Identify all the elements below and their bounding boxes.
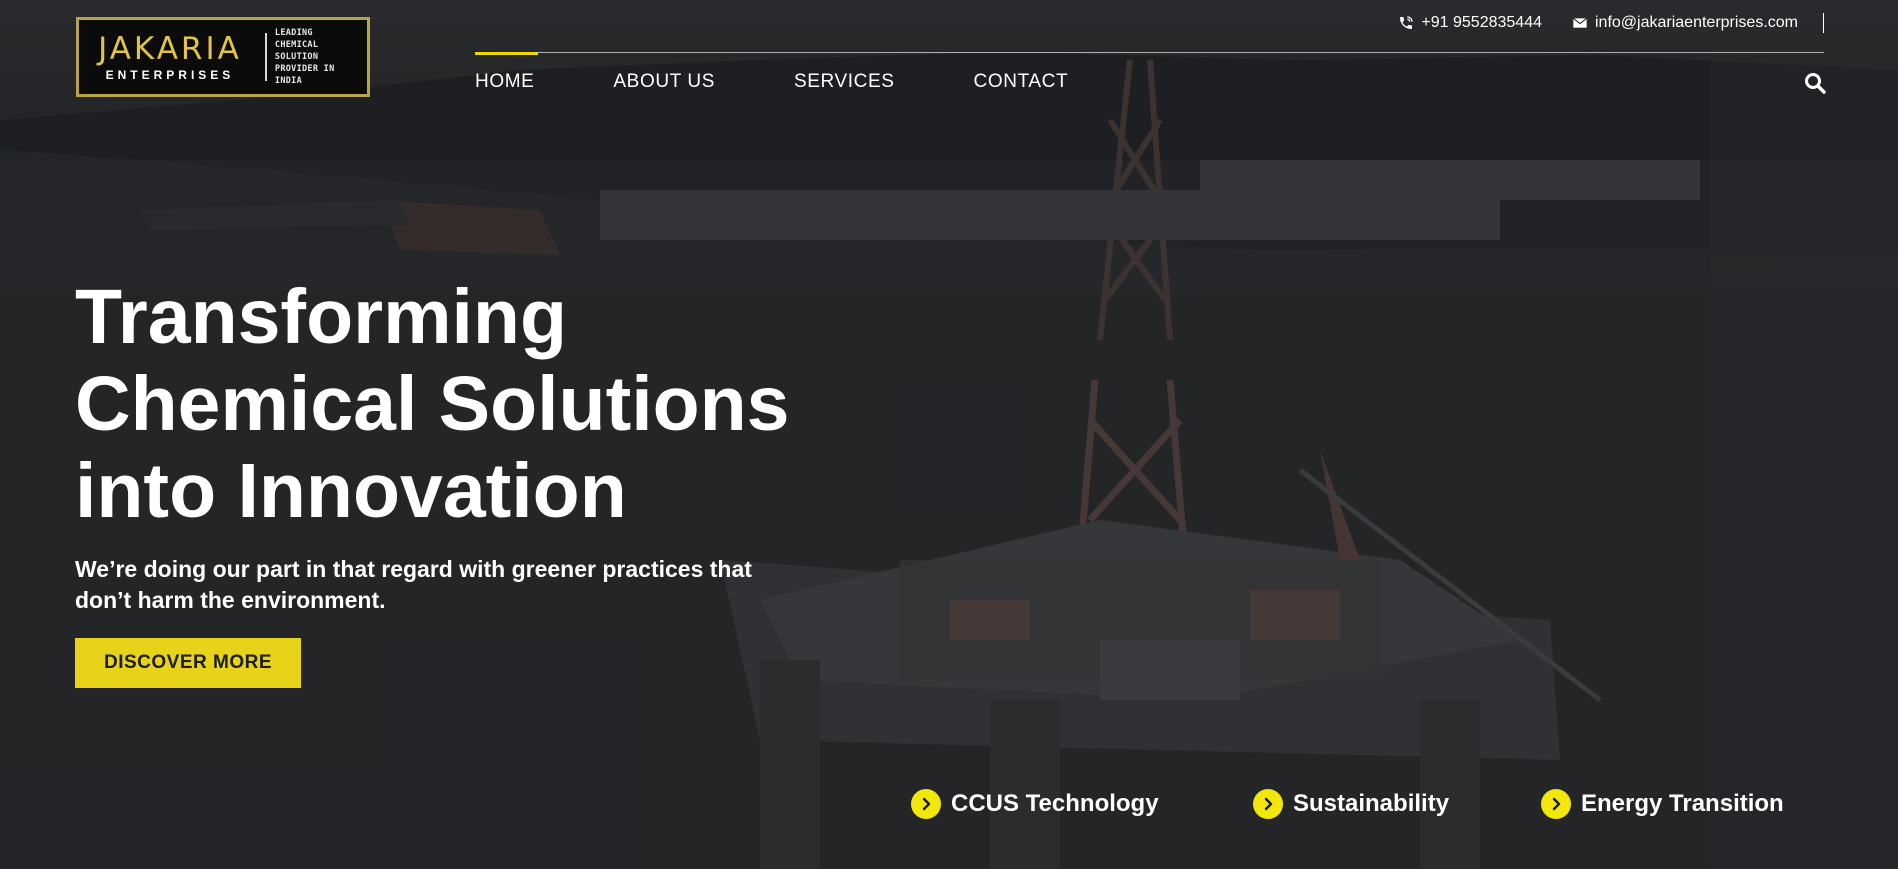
- nav-divider-line: [475, 52, 1824, 53]
- discover-more-button[interactable]: DISCOVER MORE: [75, 638, 301, 688]
- contact-divider: [1823, 13, 1824, 33]
- feature-highlights: CCUS Technology Sustainability Energy Tr…: [0, 789, 1898, 821]
- logo-wordmark: JAKARIA ENTERPRISES: [79, 32, 261, 82]
- logo-tagline-line: PROVIDER IN INDIA: [274, 64, 335, 86]
- chevron-right-circle-icon: [1541, 789, 1571, 819]
- logo-subtitle: ENTERPRISES: [105, 68, 235, 82]
- nav-item-home[interactable]: HOME: [475, 52, 539, 93]
- hero-heading: Transforming Chemical Solutions into Inn…: [75, 274, 895, 535]
- hero-subtitle: We’re doing our part in that regard with…: [75, 554, 855, 616]
- hero-subtitle-line: don’t harm the environment.: [75, 587, 386, 613]
- company-logo[interactable]: JAKARIA ENTERPRISES LEADING CHEMICAL SOL…: [76, 17, 370, 97]
- feature-sustainability[interactable]: Sustainability: [1253, 789, 1449, 819]
- phone-number: +91 9552835444: [1421, 14, 1542, 31]
- email-address: info@jakariaenterprises.com: [1595, 14, 1798, 31]
- email-link[interactable]: info@jakariaenterprises.com: [1572, 14, 1798, 32]
- nav-item-services[interactable]: SERVICES: [794, 71, 895, 93]
- feature-label: Sustainability: [1293, 790, 1450, 817]
- main-navigation: HOME ABOUT US SERVICES CONTACT: [475, 52, 1147, 93]
- chevron-right-circle-icon: [911, 789, 941, 819]
- contact-bar: +91 9552835444 info@jakariaenterprises.c…: [1398, 13, 1824, 33]
- hero-heading-line: Chemical Solutions: [75, 361, 790, 447]
- hero-subtitle-line: We’re doing our part in that regard with…: [75, 556, 752, 582]
- search-icon[interactable]: [1803, 71, 1827, 95]
- nav-item-about-us[interactable]: ABOUT US: [613, 71, 715, 93]
- feature-ccus[interactable]: CCUS Technology: [911, 789, 1159, 819]
- feature-label: Energy Transition: [1581, 790, 1784, 817]
- logo-title: JAKARIA: [98, 31, 242, 67]
- feature-energy-transition[interactable]: Energy Transition: [1541, 789, 1784, 819]
- chevron-right-circle-icon: [1253, 789, 1283, 819]
- logo-divider: [264, 33, 267, 81]
- nav-item-contact[interactable]: CONTACT: [974, 71, 1069, 93]
- logo-tagline-line: LEADING: [274, 28, 313, 38]
- phone-link[interactable]: +91 9552835444: [1398, 14, 1542, 32]
- envelope-icon: [1572, 17, 1588, 28]
- logo-tagline: LEADING CHEMICAL SOLUTION PROVIDER IN IN…: [275, 27, 367, 87]
- hero-heading-line: into Innovation: [75, 448, 627, 534]
- phone-icon: [1400, 16, 1414, 29]
- hero-heading-line: Transforming: [75, 274, 568, 360]
- feature-label: CCUS Technology: [951, 790, 1159, 817]
- logo-tagline-line: CHEMICAL SOLUTION: [274, 40, 319, 62]
